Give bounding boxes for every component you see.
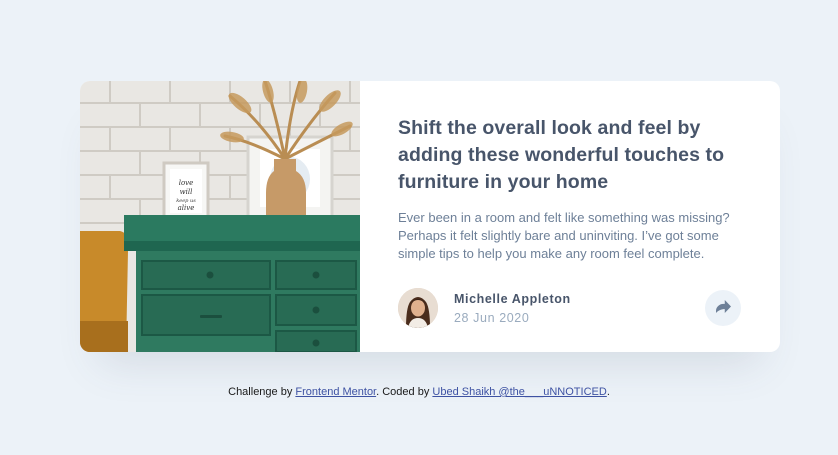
- author-link[interactable]: Ubed Shaikh @the___uNNOTICED: [432, 386, 606, 398]
- article-preview-card: love will keep us alive Shift the overal…: [80, 81, 780, 352]
- attribution-suffix: .: [606, 386, 610, 398]
- attribution-middle: . Coded by: [376, 386, 430, 398]
- card-content: Shift the overall look and feel by addin…: [360, 81, 780, 352]
- svg-text:alive: alive: [178, 204, 195, 212]
- article-title[interactable]: Shift the overall look and feel by addin…: [398, 115, 741, 196]
- frame-text: love: [179, 179, 194, 187]
- author-name: Michelle Appleton: [454, 291, 571, 306]
- share-button[interactable]: [705, 290, 741, 326]
- frontend-mentor-link[interactable]: Frontend Mentor: [295, 386, 376, 398]
- article-description: Ever been in a room and felt like someth…: [398, 210, 730, 261]
- share-icon: [715, 300, 731, 316]
- attribution: Challenge by Frontend Mentor. Coded by U…: [0, 386, 838, 398]
- author-row: Michelle Appleton 28 Jun 2020: [398, 288, 741, 328]
- author-meta: Michelle Appleton 28 Jun 2020: [454, 292, 571, 325]
- attribution-prefix: Challenge by: [228, 386, 293, 398]
- avatar: [398, 288, 438, 328]
- avatar-image: [398, 288, 438, 328]
- drawers-image: love will keep us alive: [80, 81, 360, 352]
- publish-date: 28 Jun 2020: [454, 310, 530, 325]
- svg-text:will: will: [180, 188, 193, 196]
- drawers-illustration: love will keep us alive: [80, 81, 360, 352]
